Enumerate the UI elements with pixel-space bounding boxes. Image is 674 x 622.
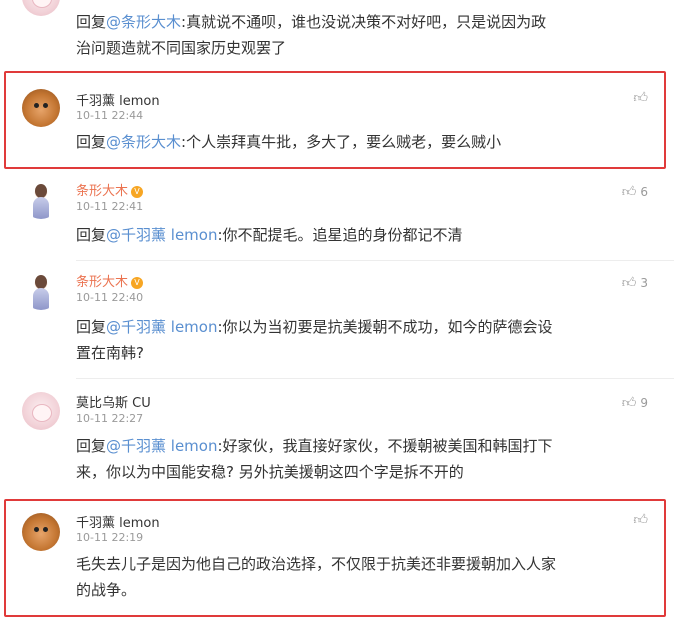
mention-link[interactable]: @千羽薰 lemon	[106, 437, 217, 455]
like-count: 3	[640, 275, 648, 290]
reply-prefix: 回复	[76, 226, 107, 244]
username[interactable]: 莫比乌斯 CU	[76, 392, 151, 411]
timestamp: 10-11 22:44	[76, 109, 144, 122]
thumbs-up-icon: 👍︎	[621, 184, 637, 200]
comment-body: :好家伙，我直接好家伙，不援朝被美国和韩国打下	[217, 437, 553, 455]
mention-link[interactable]: @条形大木	[106, 133, 181, 151]
mention-link[interactable]: @千羽薰 lemon	[106, 318, 217, 336]
comment-text: 回复@千羽薰 lemon:你以为当初要是抗美援朝不成功，如今的萨德会设 置在南韩…	[76, 314, 656, 366]
reply-prefix: 回复	[76, 318, 107, 336]
comment-body: :你以为当初要是抗美援朝不成功，如今的萨德会设	[217, 318, 553, 336]
thumbs-up-icon: 👍︎	[621, 395, 637, 411]
avatar[interactable]	[22, 513, 60, 551]
comment-text: 毛失去儿子是因为他自己的政治选择，不仅限于抗美还非要援朝加入人家 的战争。	[76, 551, 656, 603]
vip-badge-icon: V	[131, 186, 144, 198]
timestamp: 10-11 22:40	[76, 291, 144, 304]
timestamp: 10-11 22:19	[76, 531, 144, 544]
username[interactable]: 条形大木 V	[76, 180, 144, 199]
like-count: 6	[640, 184, 648, 199]
like-button[interactable]: 👍︎	[633, 89, 648, 106]
comment-item: 条形大木 V 10-11 22:40 👍︎ 3 回复@千羽薰 lemon:你以为当初…	[0, 266, 674, 379]
thumbs-up-icon: 👍︎	[621, 275, 637, 291]
like-button[interactable]: 👍︎ 9	[622, 394, 648, 411]
comment-item: 回复@条形大木:真就说不通呗，谁也没说决策不对好吧，只是说因为政 治问题造就不同…	[0, 0, 674, 70]
timestamp: 10-11 22:41	[76, 200, 144, 213]
comment-item: 莫比乌斯 CU 10-11 22:27 👍︎ 9 回复@千羽薰 lemon:好家伙…	[0, 384, 674, 496]
reply-prefix: 回复	[76, 13, 107, 31]
like-button[interactable]: 👍︎	[633, 511, 648, 528]
comment-body: :真就说不通呗，谁也没说决策不对好吧，只是说因为政	[181, 13, 547, 31]
comment-text: 回复@千羽薰 lemon:好家伙，我直接好家伙，不援朝被美国和韩国打下 来，你以…	[76, 433, 656, 485]
like-count: 9	[640, 395, 648, 410]
comment-body: :个人崇拜真牛批，多大了，要么贼老，要么贼小	[181, 133, 502, 151]
comment-item: 条形大木 V 10-11 22:41 👍︎ 6 回复@千羽薰 lemon:你不配提毛…	[0, 175, 674, 261]
divider	[76, 378, 674, 379]
username[interactable]: 千羽薰 lemon	[76, 90, 160, 109]
avatar[interactable]	[22, 181, 60, 219]
username-text: 条形大木	[76, 184, 129, 199]
mention-link[interactable]: @条形大木	[106, 13, 181, 31]
comment-item: 千羽薰 lemon 10-11 22:44 👍︎ 回复@条形大木:个人崇拜真牛批…	[0, 71, 674, 169]
username-text: 条形大木	[76, 275, 129, 290]
username[interactable]: 条形大木 V	[76, 271, 144, 290]
comment-body-cont: 来，你以为中国能安稳? 另外抗美援朝这四个字是拆不开的	[76, 463, 464, 481]
divider	[76, 260, 674, 261]
mention-link[interactable]: @千羽薰 lemon	[106, 226, 217, 244]
like-button[interactable]: 👍︎ 3	[622, 274, 648, 291]
reply-prefix: 回复	[76, 437, 107, 455]
comment-text: 回复@千羽薰 lemon:你不配提毛。追星追的身份都记不清	[76, 222, 656, 248]
comment-text: 回复@条形大木:个人崇拜真牛批，多大了，要么贼老，要么贼小	[76, 129, 656, 155]
comment-body: :你不配提毛。追星追的身份都记不清	[217, 226, 463, 244]
thumbs-up-icon: 👍︎	[633, 512, 648, 528]
thumbs-up-icon: 👍︎	[633, 90, 648, 106]
vip-badge-icon: V	[131, 277, 144, 289]
reply-prefix: 回复	[76, 133, 107, 151]
comment-body-cont: 治问题造就不同国家历史观罢了	[76, 39, 287, 57]
comment-body-cont: 置在南韩?	[76, 344, 144, 362]
comment-body-cont: 的战争。	[76, 581, 137, 599]
timestamp: 10-11 22:27	[76, 412, 144, 425]
comment-text: 回复@条形大木:真就说不通呗，谁也没说决策不对好吧，只是说因为政 治问题造就不同…	[76, 9, 656, 61]
avatar[interactable]	[22, 0, 60, 16]
comment-item: 千羽薰 lemon 10-11 22:19 👍︎ 毛失去儿子是因为他自己的政治选…	[0, 499, 674, 617]
username[interactable]: 千羽薰 lemon	[76, 512, 160, 531]
avatar[interactable]	[22, 89, 60, 127]
comment-body: 毛失去儿子是因为他自己的政治选择，不仅限于抗美还非要援朝加入人家	[76, 555, 557, 573]
avatar[interactable]	[22, 392, 60, 430]
like-button[interactable]: 👍︎ 6	[622, 183, 648, 200]
avatar[interactable]	[22, 272, 60, 310]
